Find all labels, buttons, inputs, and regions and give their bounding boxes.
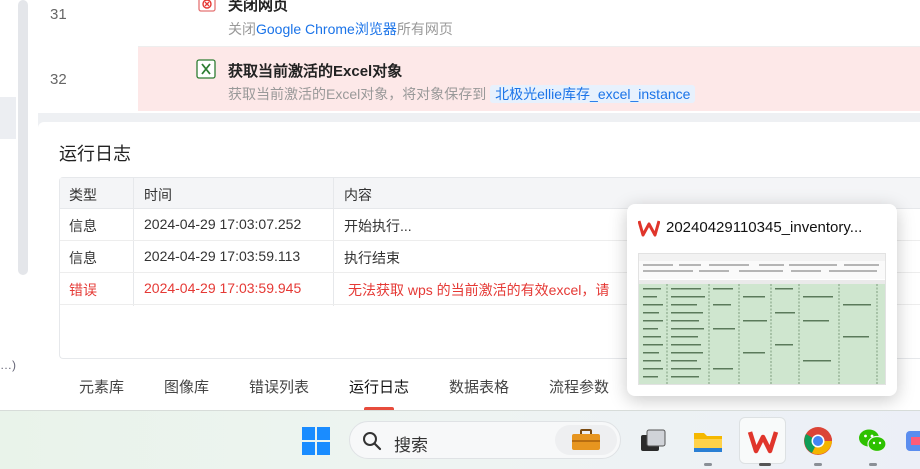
column-header-type[interactable]: 类型 (69, 185, 97, 205)
tab-data-table[interactable]: 数据表格 (449, 376, 509, 397)
tab-image-library[interactable]: 图像库 (164, 376, 209, 397)
running-indicator (704, 463, 712, 466)
task-view-icon[interactable] (637, 425, 669, 457)
running-indicator (759, 463, 771, 466)
chrome-icon[interactable] (802, 425, 834, 457)
excel-icon (196, 59, 216, 79)
desc-prefix: 关闭 (228, 21, 256, 37)
flow-editor: 31 32 关闭网页 关闭Google Chrome浏览器所有网页 获取当前激活… (38, 0, 920, 113)
step-description: 关闭Google Chrome浏览器所有网页 (228, 19, 453, 39)
spreadsheet-thumbnail (638, 253, 886, 385)
wps-icon[interactable] (747, 425, 779, 457)
cell-type: 信息 (69, 250, 97, 266)
file-explorer-icon[interactable] (692, 425, 724, 457)
left-selected-item[interactable] (0, 97, 16, 139)
close-page-icon (198, 0, 216, 12)
column-header-content[interactable]: 内容 (344, 185, 372, 205)
search-icon (363, 432, 382, 451)
desc-suffix: 所有网页 (396, 21, 453, 37)
running-indicator (814, 463, 822, 466)
panel-title: 运行日志 (59, 144, 131, 164)
wps-icon (638, 220, 660, 237)
cell-time: 2024-04-29 17:03:59.113 (144, 248, 301, 264)
briefcase-icon (572, 429, 600, 450)
search-box[interactable]: 搜索 (349, 421, 621, 459)
tab-run-log[interactable]: 运行日志 (349, 376, 409, 397)
variable-chip[interactable]: 北极光ellie库存_excel_instance (490, 85, 696, 103)
tab-element-library[interactable]: 元素库 (79, 376, 124, 397)
cell-content: 执行结束 (344, 250, 400, 266)
left-scrollbar[interactable] (18, 0, 28, 275)
cell-type: 信息 (69, 218, 97, 234)
cell-type: 错误 (69, 282, 97, 298)
desc-highlight: Google Chrome浏览器 (256, 21, 397, 37)
step-title: 关闭网页 (228, 0, 289, 14)
taskbar: 搜索 (0, 410, 920, 469)
flow-step-get-excel[interactable]: 获取当前激活的Excel对象 获取当前激活的Excel对象，将对象保存到 北极光… (138, 47, 920, 111)
windows-start-icon[interactable] (300, 425, 332, 457)
tab-error-list[interactable]: 错误列表 (249, 376, 309, 397)
cell-content: 无法获取 wps 的当前激活的有效excel，请 (348, 282, 610, 298)
preview-title: 20240429110345_inventory... (666, 219, 863, 236)
step-description: 获取当前激活的Excel对象，将对象保存到 北极光ellie库存_excel_i… (228, 84, 696, 104)
cell-content: 开始执行... (344, 218, 412, 234)
cell-time: 2024-04-29 17:03:59.945 (144, 280, 302, 296)
left-truncated-text: …) (0, 358, 16, 372)
flow-step-close-page[interactable]: 关闭网页 关闭Google Chrome浏览器所有网页 (138, 0, 920, 47)
column-header-time[interactable]: 时间 (144, 185, 172, 205)
running-indicator (869, 463, 877, 466)
desc-prefix: 获取当前激活的Excel对象，将对象保存到 (228, 86, 487, 102)
cell-time: 2024-04-29 17:03:07.252 (144, 216, 302, 232)
step-title: 获取当前激活的Excel对象 (228, 63, 403, 80)
search-placeholder: 搜索 (394, 436, 428, 455)
row-number: 32 (50, 71, 67, 88)
wechat-icon[interactable] (857, 425, 889, 457)
app-icon[interactable] (905, 425, 920, 457)
tab-flow-params[interactable]: 流程参数 (549, 376, 609, 397)
window-preview[interactable]: 20240429110345_inventory... (627, 204, 897, 396)
row-number: 31 (50, 6, 67, 23)
search-highlight[interactable] (555, 425, 617, 455)
left-panel: …) (0, 0, 38, 410)
